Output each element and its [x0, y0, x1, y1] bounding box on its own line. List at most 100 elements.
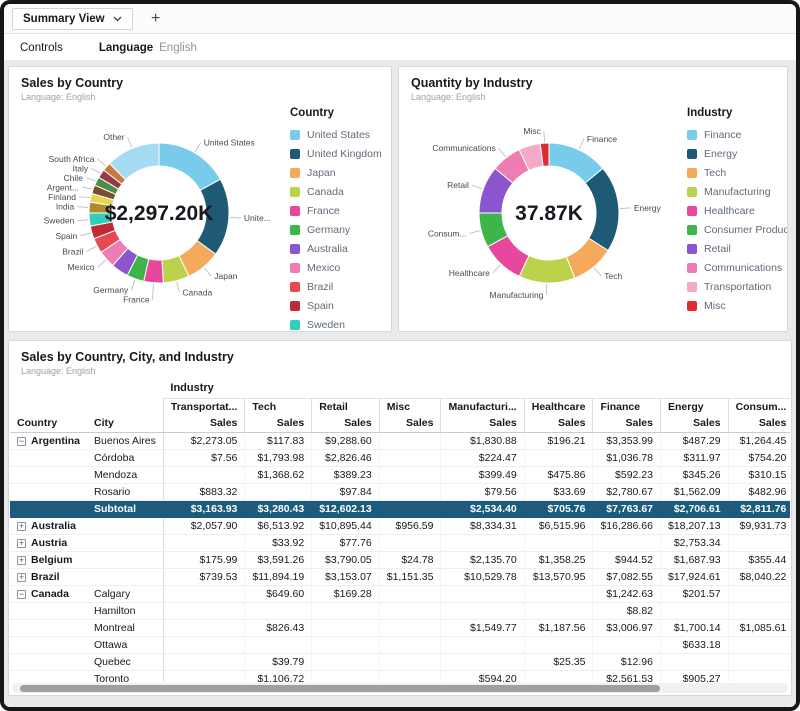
pivot-value-cell[interactable]: $10,529.78 [440, 568, 525, 586]
pivot-value-cell[interactable]: $1,036.78 [592, 449, 661, 467]
legend-item-tech[interactable]: Tech [687, 167, 787, 179]
add-sheet-button[interactable]: + [145, 10, 167, 28]
pivot-value-cell[interactable] [311, 653, 380, 671]
pivot-value-cell[interactable] [592, 636, 661, 654]
pivot-country-cell[interactable]: + Austria [10, 534, 88, 552]
pivot-value-cell[interactable]: $633.18 [660, 636, 729, 654]
pivot-value-cell[interactable]: $355.44 [727, 551, 790, 569]
pivot-value-cell[interactable]: $3,790.05 [311, 551, 380, 569]
pivot-value-cell[interactable]: $7,763.67 [592, 500, 661, 518]
pivot-value-cell[interactable]: $1,830.88 [440, 432, 525, 450]
pivot-value-cell[interactable] [523, 602, 593, 620]
pivot-value-cell[interactable] [523, 449, 593, 467]
pivot-value-cell[interactable]: $3,353.99 [592, 432, 661, 450]
pivot-value-cell[interactable]: $9,931.73 [727, 517, 790, 535]
pivot-value-cell[interactable] [440, 585, 525, 603]
pivot-column-header-manufacturi[interactable]: Manufacturi... [440, 398, 525, 415]
pivot-value-cell[interactable] [523, 585, 593, 603]
legend-item-brazil[interactable]: Brazil [290, 281, 391, 293]
pivot-city-cell[interactable]: Calgary [87, 585, 164, 603]
pivot-value-cell[interactable] [378, 585, 441, 603]
pivot-value-cell[interactable] [311, 670, 380, 682]
pivot-value-cell[interactable]: $97.84 [311, 483, 380, 501]
pivot-value-cell[interactable]: $1,151.35 [378, 568, 441, 586]
pivot-value-cell[interactable]: $1,368.62 [244, 466, 312, 484]
pivot-value-cell[interactable] [162, 466, 245, 484]
pivot-value-cell[interactable]: $39.79 [244, 653, 312, 671]
pivot-measure-header[interactable]: Sales [311, 415, 380, 433]
pivot-value-cell[interactable]: $3,006.97 [592, 619, 661, 637]
collapse-icon[interactable]: − [17, 436, 26, 446]
pivot-value-cell[interactable]: $1,242.63 [592, 585, 661, 603]
pivot-city-cell[interactable]: Toronto [87, 670, 164, 682]
pivot-value-cell[interactable]: $2,534.40 [440, 500, 525, 518]
pivot-measure-header[interactable]: Sales [162, 415, 245, 433]
pivot-value-cell[interactable] [523, 534, 593, 552]
pivot-value-cell[interactable]: $169.28 [311, 585, 380, 603]
pivot-value-cell[interactable]: $1,562.09 [660, 483, 729, 501]
pivot-value-cell[interactable]: $3,163.93 [162, 500, 245, 518]
pivot-value-cell[interactable] [440, 653, 525, 671]
pivot-value-cell[interactable]: $24.78 [378, 551, 441, 569]
pivot-value-cell[interactable] [311, 619, 380, 637]
pivot-value-cell[interactable]: $2,706.61 [660, 500, 729, 518]
pivot-value-cell[interactable]: $3,591.26 [244, 551, 312, 569]
pivot-value-cell[interactable]: $2,057.90 [162, 517, 245, 535]
expand-icon[interactable]: + [17, 521, 26, 531]
pivot-value-cell[interactable]: $905.27 [660, 670, 729, 682]
pivot-value-cell[interactable]: $1,700.14 [660, 619, 729, 637]
pivot-value-cell[interactable] [162, 602, 245, 620]
pivot-country-cell[interactable]: − Canada [10, 585, 88, 603]
pivot-value-cell[interactable]: $1,358.25 [523, 551, 593, 569]
pivot-measure-header[interactable]: Sales [440, 415, 525, 433]
pivot-value-cell[interactable]: $2,811.76 [727, 500, 790, 518]
pivot-value-cell[interactable] [440, 602, 525, 620]
pivot-measure-header[interactable]: Sales [378, 415, 441, 433]
legend-item-united-states[interactable]: United States [290, 129, 391, 141]
pivot-measure-header[interactable]: Sales [244, 415, 312, 433]
pivot-value-cell[interactable]: $2,135.70 [440, 551, 525, 569]
pivot-value-cell[interactable]: $705.76 [523, 500, 593, 518]
pivot-measure-header[interactable]: Sales [592, 415, 661, 433]
pivot-value-cell[interactable]: $956.59 [378, 517, 441, 535]
pivot-value-cell[interactable] [378, 432, 441, 450]
pivot-value-cell[interactable] [162, 534, 245, 552]
legend-item-canada[interactable]: Canada [290, 186, 391, 198]
pivot-city-cell[interactable]: Rosario [87, 483, 164, 501]
pivot-value-cell[interactable]: $12.96 [592, 653, 661, 671]
pivot-value-cell[interactable]: $117.83 [244, 432, 312, 450]
pivot-value-cell[interactable] [311, 636, 380, 654]
language-control-value[interactable]: English [159, 42, 197, 54]
legend-item-germany[interactable]: Germany [290, 224, 391, 236]
pivot-value-cell[interactable]: $196.21 [523, 432, 593, 450]
legend-item-healthcare[interactable]: Healthcare [687, 205, 787, 217]
legend-item-japan[interactable]: Japan [290, 167, 391, 179]
pivot-country-cell[interactable]: + Belgium [10, 551, 88, 569]
pivot-city-cell[interactable]: Buenos Aires [87, 432, 164, 450]
pivot-value-cell[interactable] [660, 653, 729, 671]
pivot-value-cell[interactable]: $8,334.31 [440, 517, 525, 535]
pivot-value-cell[interactable]: $754.20 [727, 449, 790, 467]
collapse-icon[interactable]: − [17, 589, 26, 599]
pivot-value-cell[interactable]: $8.82 [592, 602, 661, 620]
legend-item-consumer-products[interactable]: Consumer Products [687, 224, 787, 236]
pivot-value-cell[interactable] [727, 670, 790, 682]
pivot-city-cell[interactable]: Montreal [87, 619, 164, 637]
pivot-value-cell[interactable]: $310.15 [727, 466, 790, 484]
legend-item-spain[interactable]: Spain [290, 300, 391, 312]
pivot-city-cell[interactable]: Mendoza [87, 466, 164, 484]
pivot-value-cell[interactable]: $1,187.56 [523, 619, 593, 637]
pivot-value-cell[interactable]: $7,082.55 [592, 568, 661, 586]
pivot-value-cell[interactable]: $883.32 [162, 483, 245, 501]
horizontal-scrollbar-thumb[interactable] [20, 684, 660, 692]
pivot-value-cell[interactable]: $25.35 [523, 653, 593, 671]
pivot-city-cell[interactable]: Hamilton [87, 602, 164, 620]
pivot-value-cell[interactable]: $16,286.66 [592, 517, 661, 535]
pivot-value-cell[interactable]: $2,780.67 [592, 483, 661, 501]
pivot-value-cell[interactable] [244, 483, 312, 501]
pivot-column-header-misc[interactable]: Misc [378, 398, 441, 415]
pivot-value-cell[interactable]: $13,570.95 [523, 568, 593, 586]
pivot-row-header-country[interactable]: Country [10, 415, 88, 433]
pivot-value-cell[interactable] [592, 534, 661, 552]
pivot-value-cell[interactable] [378, 534, 441, 552]
